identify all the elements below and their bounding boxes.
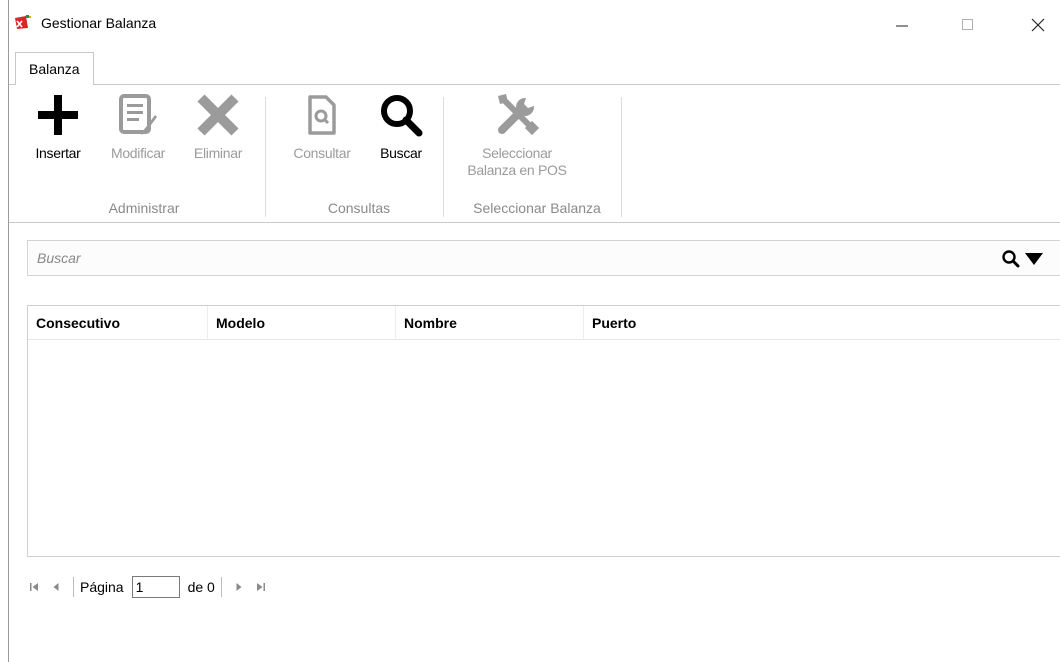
- page-number-input[interactable]: [131, 576, 180, 598]
- eliminar-button[interactable]: Eliminar: [181, 85, 255, 162]
- consultar-label: Consultar: [293, 145, 351, 161]
- search-icon[interactable]: [1001, 249, 1021, 269]
- app-logo-icon: [15, 15, 31, 29]
- seleccionar-label-line1: Seleccionar: [482, 145, 552, 161]
- seleccionar-label-line2: Balanza en POS: [467, 162, 567, 178]
- group-label-administrar: Administrar: [108, 200, 180, 216]
- close-icon: [1031, 18, 1045, 32]
- page-count-label: de 0: [187, 579, 215, 595]
- grid-header: Consecutivo Modelo Nombre Puerto: [28, 306, 1060, 340]
- first-page-icon: [30, 583, 38, 591]
- next-page-icon: [236, 583, 242, 591]
- maximize-icon: [962, 19, 973, 30]
- close-button[interactable]: [1015, 6, 1060, 44]
- ribbon-tabstrip: Balanza: [9, 50, 1060, 86]
- minimize-icon: [896, 25, 908, 27]
- dropdown-arrow-icon[interactable]: [1024, 252, 1044, 266]
- column-header-puerto[interactable]: Puerto: [584, 306, 1060, 340]
- insertar-label: Insertar: [35, 145, 81, 161]
- data-grid: Consecutivo Modelo Nombre Puerto: [27, 305, 1060, 557]
- tools-icon: [498, 94, 540, 136]
- column-header-nombre[interactable]: Nombre: [396, 306, 584, 340]
- search-document-icon: [308, 95, 336, 135]
- group-separator: [621, 97, 622, 217]
- magnifier-icon: [381, 95, 423, 137]
- consultar-button[interactable]: Consultar: [279, 85, 365, 162]
- eliminar-label: Eliminar: [193, 145, 243, 161]
- window: Gestionar Balanza Balanza Insertar Modif…: [8, 0, 1060, 662]
- column-header-consecutivo[interactable]: Consecutivo: [28, 306, 208, 340]
- last-page-button[interactable]: [250, 575, 272, 599]
- next-page-button[interactable]: [228, 575, 250, 599]
- seleccionar-balanza-pos-button[interactable]: Seleccionar Balanza en POS: [455, 85, 579, 179]
- modificar-button[interactable]: Modificar: [96, 85, 180, 162]
- window-title: Gestionar Balanza: [41, 15, 157, 31]
- edit-document-icon: [119, 94, 157, 135]
- pager-separator: [220, 577, 222, 597]
- pager: Página de 0: [23, 575, 272, 599]
- group-separator: [265, 97, 266, 217]
- first-page-button[interactable]: [23, 575, 45, 599]
- group-label-consultas: Consultas: [327, 200, 391, 216]
- last-page-icon: [256, 583, 265, 591]
- modificar-label: Modificar: [110, 145, 166, 161]
- buscar-label: Buscar: [380, 145, 422, 161]
- buscar-button[interactable]: Buscar: [369, 85, 433, 162]
- column-header-modelo[interactable]: Modelo: [208, 306, 396, 340]
- title-bar[interactable]: Gestionar Balanza: [9, 0, 1060, 50]
- previous-page-button[interactable]: [45, 575, 67, 599]
- search-input[interactable]: [28, 241, 988, 275]
- pager-separator: [73, 577, 74, 597]
- page-label: Página: [80, 579, 124, 595]
- x-icon: [197, 94, 239, 136]
- maximize-button[interactable]: [945, 6, 991, 44]
- minimize-button[interactable]: [879, 6, 925, 44]
- group-label-seleccionar-balanza: Seleccionar Balanza: [473, 200, 601, 216]
- insertar-button[interactable]: Insertar: [26, 85, 90, 162]
- group-separator: [443, 97, 444, 217]
- ribbon: Insertar Modificar Eliminar Administrar …: [9, 85, 1060, 223]
- tab-balanza[interactable]: Balanza: [15, 52, 94, 86]
- plus-icon: [38, 95, 78, 135]
- previous-page-icon: [53, 583, 59, 591]
- search-box: [27, 240, 1060, 276]
